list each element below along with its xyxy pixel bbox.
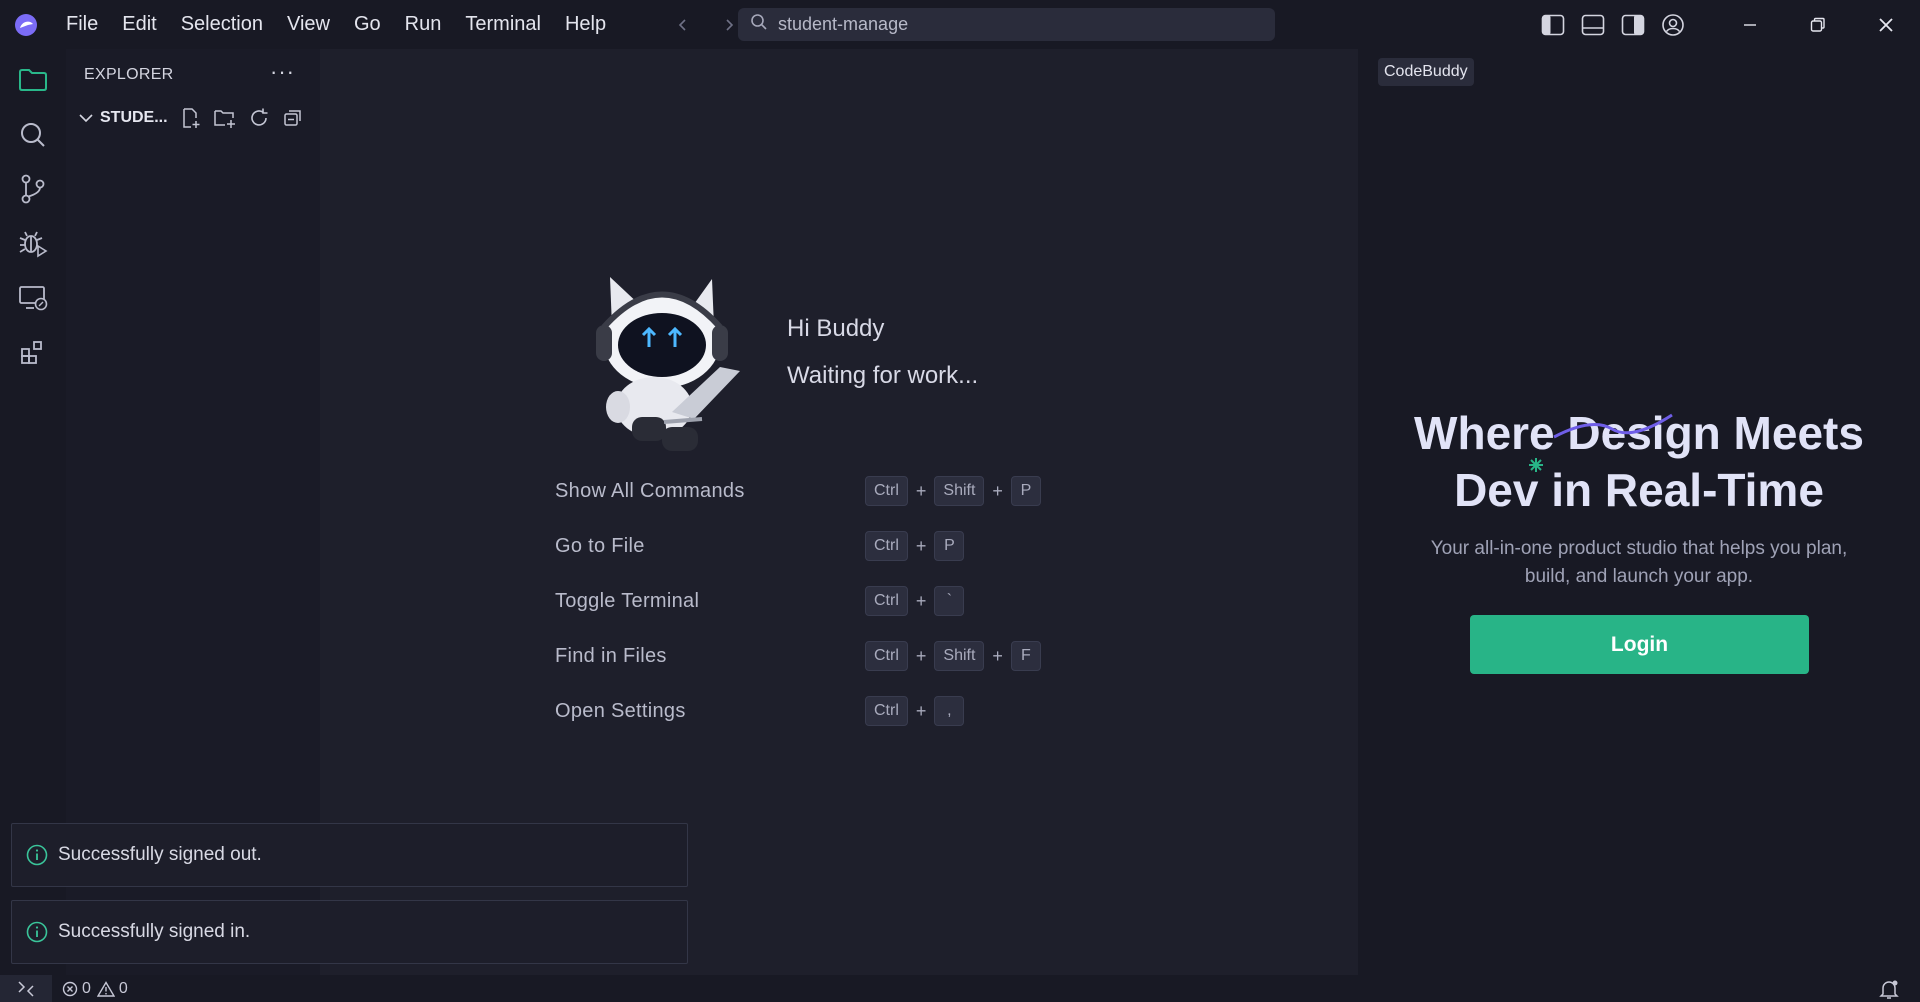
key: ` [934, 586, 965, 616]
collapse-all-icon[interactable] [280, 105, 306, 131]
key: , [934, 696, 965, 726]
command-row-go-to-file[interactable]: Go to File Ctrl + P [555, 531, 965, 561]
key: Ctrl [865, 696, 908, 726]
error-icon [62, 981, 78, 996]
command-row-toggle-terminal[interactable]: Toggle Terminal Ctrl + ` [555, 586, 965, 616]
chevron-down-icon [79, 114, 93, 123]
remote-explorer-icon[interactable] [17, 282, 49, 314]
subtitle-line-2: build, and launch your app. [1524, 566, 1754, 587]
command-row-open-settings[interactable]: Open Settings Ctrl + , [555, 696, 965, 726]
key: P [934, 531, 965, 561]
codebuddy-panel: CodeBuddy Where Design Meets Dev in Real… [1358, 49, 1920, 975]
explorer-icon[interactable] [17, 64, 49, 96]
ide-window: File Edit Selection View Go Run Terminal… [0, 0, 1920, 1002]
menu-run[interactable]: Run [393, 0, 454, 49]
remote-indicator[interactable] [0, 975, 52, 1002]
command-label: Go to File [555, 534, 645, 557]
toggle-secondary-sidebar-icon[interactable] [1620, 12, 1646, 38]
forward-arrow-icon[interactable] [718, 14, 740, 36]
status-text: Waiting for work... [787, 362, 979, 389]
shortcut-keys: Ctrl + P [865, 531, 965, 561]
problems-indicator[interactable]: 0 0 [62, 980, 134, 998]
notification-signed-out[interactable]: Successfully signed out. [11, 823, 688, 887]
workspace-folder-name: STUDE... [100, 109, 168, 126]
hero-subtitle: Your all-in-one product studio that help… [1358, 535, 1920, 591]
remote-icon [18, 980, 34, 997]
command-label: Show All Commands [555, 479, 745, 502]
command-label: Open Settings [555, 699, 686, 722]
workspace-folder-row[interactable]: STUDE... [72, 105, 316, 131]
info-icon [26, 921, 48, 943]
run-debug-icon[interactable] [17, 227, 49, 259]
window-tools [1526, 0, 1920, 49]
key: Ctrl [865, 476, 908, 506]
extensions-icon[interactable] [17, 336, 49, 368]
menu-help[interactable]: Help [553, 0, 618, 49]
command-row-show-all[interactable]: Show All Commands Ctrl + Shift + P [555, 476, 1041, 506]
menu-view[interactable]: View [275, 0, 342, 49]
sparkle-icon [1529, 458, 1543, 472]
key: Shift [934, 476, 985, 506]
explorer-more-actions[interactable]: ··· [270, 59, 295, 85]
key: Ctrl [865, 641, 908, 671]
panel-tab-codebuddy[interactable]: CodeBuddy [1378, 58, 1474, 86]
search-text: student-manage [778, 14, 909, 34]
notification-signed-in[interactable]: Successfully signed in. [11, 900, 688, 964]
restore-button[interactable] [1784, 0, 1852, 49]
menu-bar: File Edit Selection View Go Run Terminal… [54, 0, 618, 49]
warning-count: 0 [118, 979, 128, 997]
command-label: Find in Files [555, 644, 667, 667]
menu-selection[interactable]: Selection [169, 0, 275, 49]
source-control-icon[interactable] [17, 173, 49, 205]
key: Ctrl [865, 531, 908, 561]
notifications-bell-icon[interactable] [1878, 978, 1900, 1000]
new-file-icon[interactable] [178, 105, 204, 131]
key: P [1010, 476, 1041, 506]
subtitle-line-1: Your all-in-one product studio that help… [1430, 538, 1848, 559]
history-nav [672, 14, 740, 36]
menu-terminal[interactable]: Terminal [453, 0, 553, 49]
warning-icon [96, 980, 115, 997]
new-folder-icon[interactable] [212, 105, 238, 131]
key: Ctrl [865, 586, 908, 616]
refresh-icon[interactable] [246, 105, 272, 131]
menu-edit[interactable]: Edit [110, 0, 168, 49]
notification-text: Successfully signed out. [58, 844, 262, 865]
toggle-primary-sidebar-icon[interactable] [1540, 12, 1566, 38]
shortcut-keys: Ctrl + , [865, 696, 965, 726]
notification-text: Successfully signed in. [58, 921, 251, 942]
key: Shift [934, 641, 985, 671]
command-label: Toggle Terminal [555, 589, 700, 612]
menu-file[interactable]: File [54, 0, 110, 49]
command-row-find-in-files[interactable]: Find in Files Ctrl + Shift + F [555, 641, 1041, 671]
greeting-text: Hi Buddy [787, 315, 885, 342]
shortcut-keys: Ctrl + Shift + P [865, 476, 1041, 506]
info-icon [26, 844, 48, 866]
explorer-title: EXPLORER [84, 66, 174, 83]
shortcut-keys: Ctrl + Shift + F [865, 641, 1041, 671]
account-icon[interactable] [1660, 12, 1686, 38]
toggle-panel-icon[interactable] [1580, 12, 1606, 38]
app-logo-icon [12, 11, 40, 39]
command-search-box[interactable]: student-manage [738, 8, 1275, 41]
robot-cat-mascot [572, 267, 752, 457]
minimize-button[interactable] [1716, 0, 1784, 49]
shortcut-keys: Ctrl + ` [865, 586, 965, 616]
error-count: 0 [82, 979, 91, 997]
hero-line-2: Dev in Real-Time [1454, 464, 1824, 516]
close-button[interactable] [1852, 0, 1920, 49]
login-button[interactable]: Login [1470, 615, 1809, 674]
title-bar: File Edit Selection View Go Run Terminal… [0, 0, 1920, 49]
back-arrow-icon[interactable] [672, 14, 694, 36]
search-icon [750, 13, 768, 36]
status-bar: 0 0 [0, 975, 1920, 1002]
key: F [1010, 641, 1041, 671]
underline-accent-icon [1553, 413, 1673, 439]
search-view-icon[interactable] [17, 119, 49, 151]
menu-go[interactable]: Go [342, 0, 393, 49]
